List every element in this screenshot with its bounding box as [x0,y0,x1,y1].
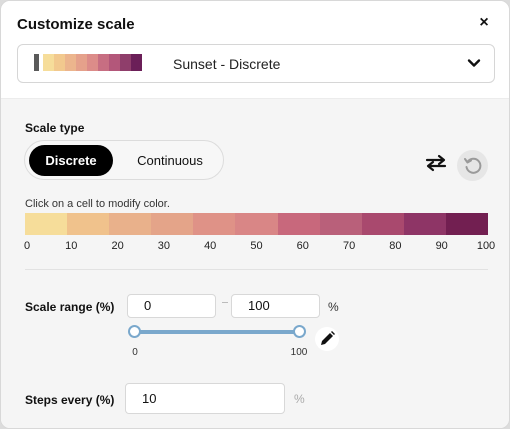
discrete-option[interactable]: Discrete [29,145,113,176]
scale-type-label: Scale type [25,121,85,135]
preview-swatch-cell [87,54,98,71]
color-cell[interactable] [277,213,320,235]
color-bar-hint: Click on a cell to modify color. [25,198,170,210]
preview-swatch-cell [109,54,120,71]
color-cell[interactable] [151,213,194,235]
color-bar-ticks: 0 10 20 30 40 50 60 70 80 90 100 [1,240,509,254]
close-button[interactable]: × [473,12,495,34]
color-bar-tick: 100 [476,240,496,252]
scale-select-dropdown[interactable]: Sunset - Discrete [17,44,495,83]
scale-range-min-input[interactable]: 0 [127,294,216,318]
preview-swatch-cell [65,54,76,71]
continuous-option[interactable]: Continuous [119,145,221,176]
color-cell[interactable] [403,213,446,235]
reset-icon [464,157,482,174]
color-bar-tick: 60 [296,240,309,252]
pencil-icon [321,331,335,345]
color-bar-tick: 80 [389,240,402,252]
steps-label: Steps every (%) [25,393,115,407]
color-cell[interactable] [25,213,68,235]
edit-range-button[interactable] [315,327,339,351]
scale-type-toggle: Discrete Continuous [24,140,224,180]
range-separator [222,302,228,303]
preview-swatch-cell [43,54,54,71]
steps-input[interactable]: 10 [125,383,285,414]
color-bar-tick: 30 [157,240,171,252]
color-cell[interactable] [445,213,489,235]
preview-swatch-cell [54,54,65,71]
preview-swatch-cell [131,54,142,71]
scale-range-max-input[interactable]: 100 [231,294,320,318]
color-bar-tick: 50 [250,240,263,252]
dialog-body: Scale type Discrete Continuous Click on … [1,98,509,428]
chevron-down-icon [467,59,481,67]
selected-scale-name: Sunset - Discrete [173,56,281,72]
range-slider-max-handle[interactable] [293,325,306,338]
range-slider-track[interactable] [134,330,300,334]
steps-unit: % [294,392,305,406]
divider [25,269,488,270]
slider-max-label: 100 [290,347,308,358]
preview-swatch-cell [120,54,131,71]
color-bar [25,213,489,235]
scale-range-label: Scale range (%) [25,300,115,314]
scale-range-unit: % [328,300,339,314]
slider-min-label: 0 [132,347,138,358]
customize-scale-dialog: Customize scale × Sunset - Discrete Scal… [0,0,510,429]
swap-icon[interactable] [424,153,448,173]
color-cell[interactable] [109,213,152,235]
preview-swatch-cell [98,54,109,71]
scale-preview-swatch [34,54,142,71]
dialog-title: Customize scale [17,16,135,33]
reset-button[interactable] [457,150,488,181]
color-cell[interactable] [193,213,236,235]
color-bar-tick: 40 [204,240,217,252]
dialog-header: Customize scale × Sunset - Discrete [1,1,509,98]
color-cell[interactable] [319,213,362,235]
color-bar-tick: 10 [65,240,78,252]
color-cell[interactable] [361,213,404,235]
color-cell[interactable] [67,213,110,235]
color-bar-tick: 20 [111,240,124,252]
color-bar-tick: 90 [435,240,448,252]
preview-swatch-cell [76,54,87,71]
range-slider-min-handle[interactable] [128,325,141,338]
color-bar-tick: 70 [342,240,356,252]
color-bar-tick: 0 [23,240,31,252]
color-cell[interactable] [235,213,278,235]
